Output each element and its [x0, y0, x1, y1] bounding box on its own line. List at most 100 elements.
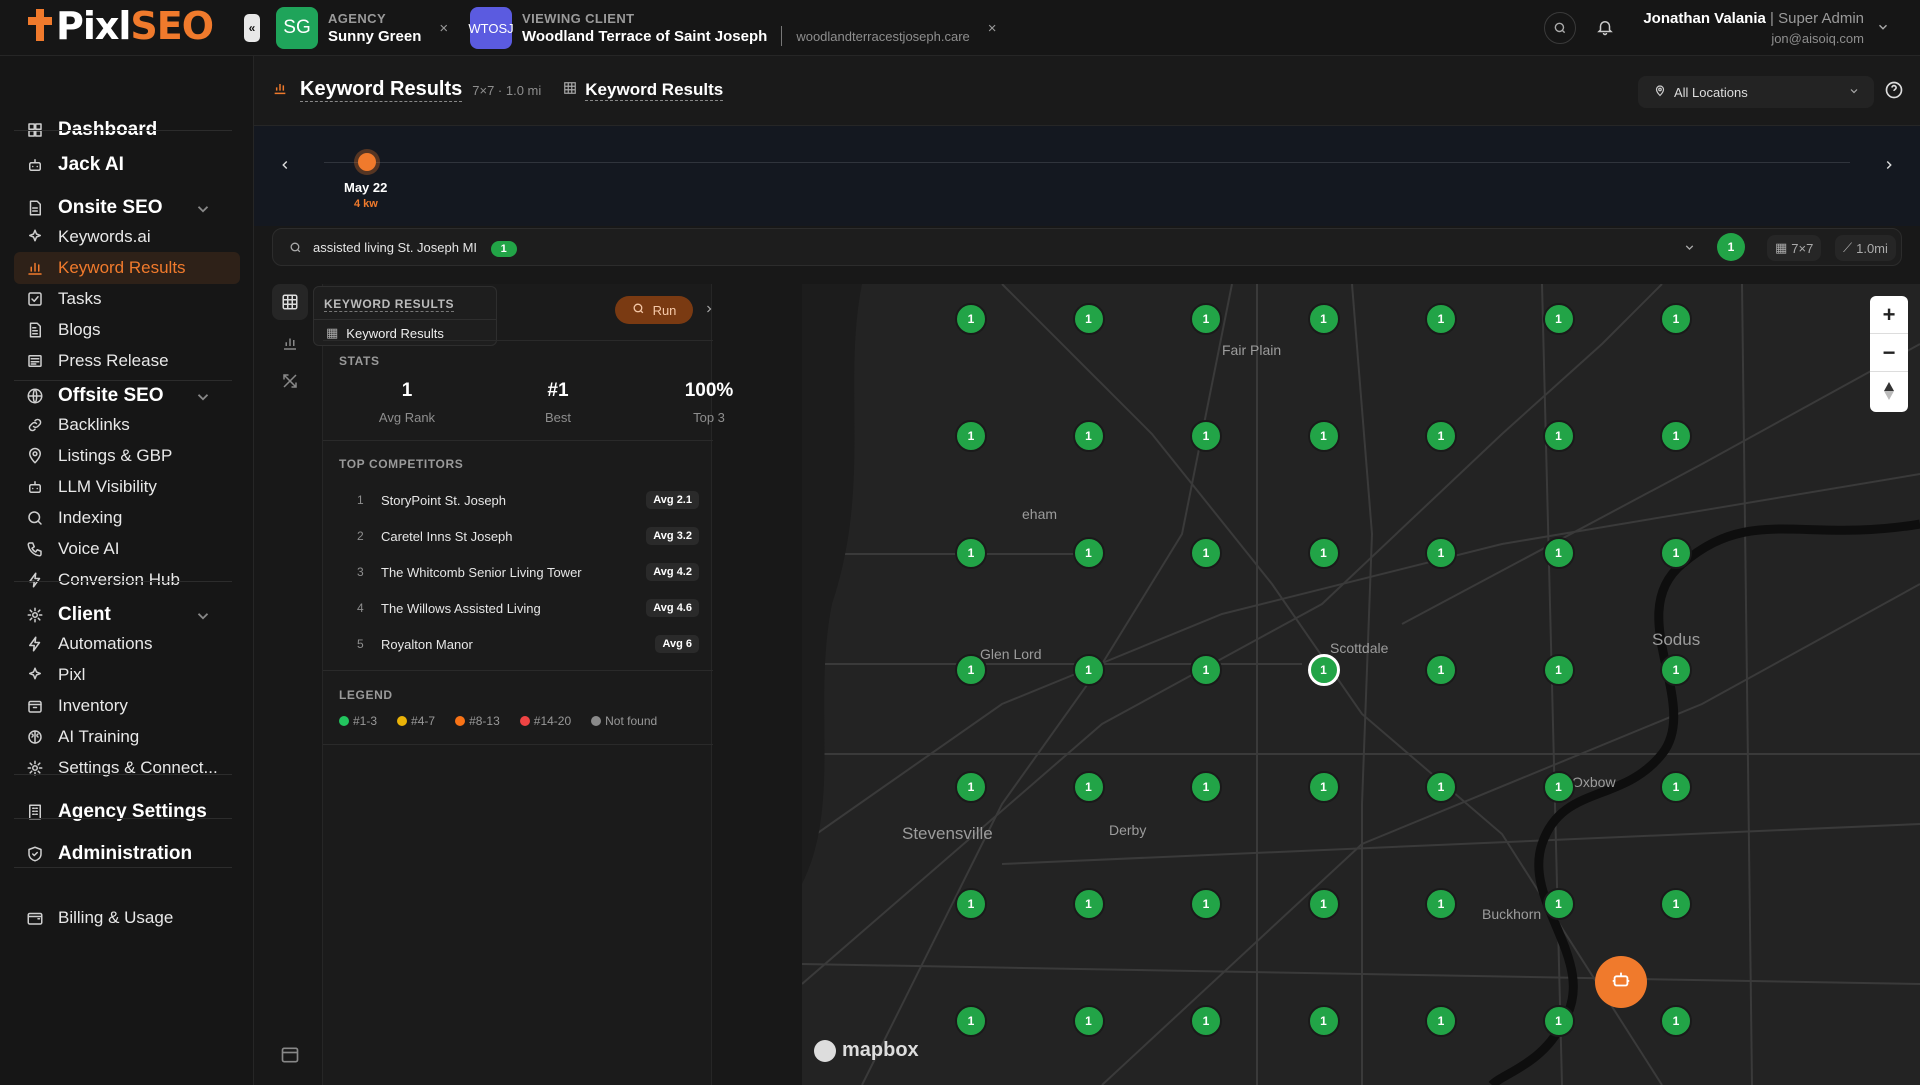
grid-rank-pin[interactable]: 1	[1425, 1005, 1457, 1037]
sidebar-item-inventory[interactable]: Inventory	[14, 690, 240, 722]
sidebar-item-blogs[interactable]: Blogs	[14, 314, 240, 346]
sidebar-item-agency-settings[interactable]: Agency Settings	[14, 796, 240, 828]
bell-icon[interactable]	[1596, 18, 1614, 41]
grid-rank-pin[interactable]: 1	[955, 1005, 987, 1037]
breadcrumb[interactable]: Keyword Results	[585, 80, 724, 101]
grid-rank-pin[interactable]: 1	[1425, 888, 1457, 920]
chevron-left-icon[interactable]	[278, 158, 292, 177]
grid-rank-pin[interactable]: 1	[1542, 1005, 1575, 1037]
sidebar-item-llm-visibility[interactable]: LLM Visibility	[14, 471, 240, 503]
location-select[interactable]: All Locations	[1638, 76, 1874, 108]
chart-view-icon[interactable]	[281, 334, 299, 357]
grid-rank-pin[interactable]: 1	[1072, 420, 1105, 452]
help-icon[interactable]	[1884, 80, 1904, 105]
client-chip[interactable]: WTOSJ VIEWING CLIENT Woodland Terrace of…	[468, 6, 997, 50]
keyword-select[interactable]: assisted living St. Joseph MI 1 1 ▦ 7×7 ⟋…	[272, 228, 1902, 266]
panel-toggle-icon[interactable]	[280, 1045, 300, 1070]
grid-rank-pin[interactable]: 1	[1072, 771, 1105, 803]
grid-rank-pin[interactable]: 1	[1542, 888, 1575, 920]
grid-rank-pin[interactable]: 1	[1425, 771, 1457, 803]
timeline-point[interactable]	[358, 153, 376, 171]
grid-rank-pin[interactable]: 1	[1542, 537, 1575, 569]
panel-tab-item[interactable]: ▦ Keyword Results	[326, 325, 444, 341]
grid-rank-pin[interactable]: 1	[1660, 654, 1692, 686]
sidebar-item-jack-ai[interactable]: Jack AI	[14, 149, 240, 181]
sidebar-item-onsite-seo[interactable]: Onsite SEO	[14, 192, 240, 224]
chevron-down-icon[interactable]	[194, 607, 212, 625]
user-menu[interactable]: Jonathan Valania | Super Admin jon@aisoi…	[1643, 10, 1864, 46]
sidebar-item-tasks[interactable]: Tasks	[14, 283, 240, 315]
chevron-down-icon[interactable]	[1876, 20, 1890, 39]
zoom-in-button[interactable]: +	[1870, 296, 1908, 334]
grid-rank-pin[interactable]: 1	[1190, 537, 1222, 569]
chevron-down-icon[interactable]	[194, 200, 212, 218]
competitor-row[interactable]: 5 Royalton Manor Avg 6	[339, 633, 699, 657]
collapse-sidebar-button[interactable]: «	[244, 14, 260, 42]
sidebar-item-keywords-ai[interactable]: Keywords.ai	[14, 221, 240, 253]
compass-icon[interactable]	[1870, 372, 1908, 410]
sidebar-item-automations[interactable]: Automations	[14, 628, 240, 660]
sidebar-item-ai-training[interactable]: AI Training	[14, 721, 240, 753]
grid-rank-pin[interactable]: 1	[1190, 771, 1222, 803]
grid-rank-pin[interactable]: 1	[1190, 420, 1222, 452]
sidebar-item-administration[interactable]: Administration	[14, 838, 240, 870]
panel-tab[interactable]: KEYWORD RESULTS ▦ Keyword Results	[313, 286, 497, 346]
competitor-row[interactable]: 4 The Willows Assisted Living Avg 4.6	[339, 597, 699, 621]
grid-view-icon[interactable]	[272, 284, 308, 320]
competitor-row[interactable]: 3 The Whitcomb Senior Living Tower Avg 4.2	[339, 561, 699, 585]
sidebar-item-voice-ai[interactable]: Voice AI	[14, 533, 240, 565]
grid-rank-pin[interactable]: 1	[1542, 654, 1575, 686]
pixlseo-logo[interactable]: PixlSEO	[28, 4, 214, 48]
assistant-button[interactable]	[1595, 956, 1647, 1008]
grid-rank-pin[interactable]: 1	[1660, 420, 1692, 452]
grid-rank-pin[interactable]: 1	[955, 303, 987, 335]
grid-rank-pin[interactable]: 1	[1307, 537, 1340, 569]
chevron-right-icon[interactable]	[703, 302, 715, 320]
competitor-row[interactable]: 1 StoryPoint St. Joseph Avg 2.1	[339, 489, 699, 513]
sidebar-item-keyword-results[interactable]: Keyword Results	[14, 252, 240, 284]
chevron-right-icon[interactable]	[1882, 158, 1896, 177]
grid-rank-pin[interactable]: 1	[1307, 420, 1340, 452]
competitor-row[interactable]: 2 Caretel Inns St Joseph Avg 3.2	[339, 525, 699, 549]
grid-rank-pin[interactable]: 1	[1660, 303, 1692, 335]
sidebar-item-pixl[interactable]: Pixl	[14, 659, 240, 691]
close-client-icon[interactable]: ×	[988, 20, 997, 37]
grid-rank-pin[interactable]: 1	[1307, 303, 1340, 335]
grid-rank-pin[interactable]: 1	[955, 888, 987, 920]
grid-rank-pin[interactable]: 1	[1307, 654, 1340, 686]
grid-rank-pin[interactable]: 1	[1190, 654, 1222, 686]
sidebar-item-listings-gbp[interactable]: Listings & GBP	[14, 440, 240, 472]
chevron-down-icon[interactable]	[1683, 241, 1696, 259]
sidebar-item-press-release[interactable]: Press Release	[14, 345, 240, 377]
grid-rank-pin[interactable]: 1	[1072, 654, 1105, 686]
grid-rank-pin[interactable]: 1	[1072, 537, 1105, 569]
grid-rank-pin[interactable]: 1	[1660, 1005, 1692, 1037]
sidebar-item-indexing[interactable]: Indexing	[14, 502, 240, 534]
zoom-out-button[interactable]: −	[1870, 334, 1908, 372]
chevron-down-icon[interactable]	[194, 388, 212, 406]
compare-icon[interactable]	[281, 372, 299, 395]
grid-rank-pin[interactable]: 1	[955, 771, 987, 803]
grid-rank-pin[interactable]: 1	[1190, 303, 1222, 335]
sidebar-item-settings-connect[interactable]: Settings & Connect...	[14, 752, 240, 784]
grid-rank-pin[interactable]: 1	[1190, 888, 1222, 920]
grid-rank-pin[interactable]: 1	[1542, 420, 1575, 452]
grid-rank-pin[interactable]: 1	[1307, 771, 1340, 803]
grid-rank-pin[interactable]: 1	[1660, 771, 1692, 803]
grid-rank-pin[interactable]: 1	[1542, 771, 1575, 803]
run-button[interactable]: Run	[615, 296, 693, 324]
search-icon[interactable]	[1544, 12, 1576, 44]
sidebar-item-backlinks[interactable]: Backlinks	[14, 409, 240, 441]
close-agency-icon[interactable]: ×	[439, 20, 448, 37]
grid-rank-pin[interactable]: 1	[955, 420, 987, 452]
grid-rank-pin[interactable]: 1	[1425, 654, 1457, 686]
grid-rank-pin[interactable]: 1	[1307, 888, 1340, 920]
agency-chip[interactable]: SG AGENCY Sunny Green ×	[276, 6, 448, 50]
sidebar-item-conversion-hub[interactable]: Conversion Hub	[14, 564, 240, 596]
map-view[interactable]: Fair Plain eham Glen Lord Scottdale Sodus Oxb…	[802, 284, 1920, 1085]
grid-rank-pin[interactable]: 1	[1190, 1005, 1222, 1037]
grid-rank-pin[interactable]: 1	[1660, 537, 1692, 569]
grid-rank-pin[interactable]: 1	[1660, 888, 1692, 920]
grid-rank-pin[interactable]: 1	[1542, 303, 1575, 335]
grid-rank-pin[interactable]: 1	[955, 654, 987, 686]
